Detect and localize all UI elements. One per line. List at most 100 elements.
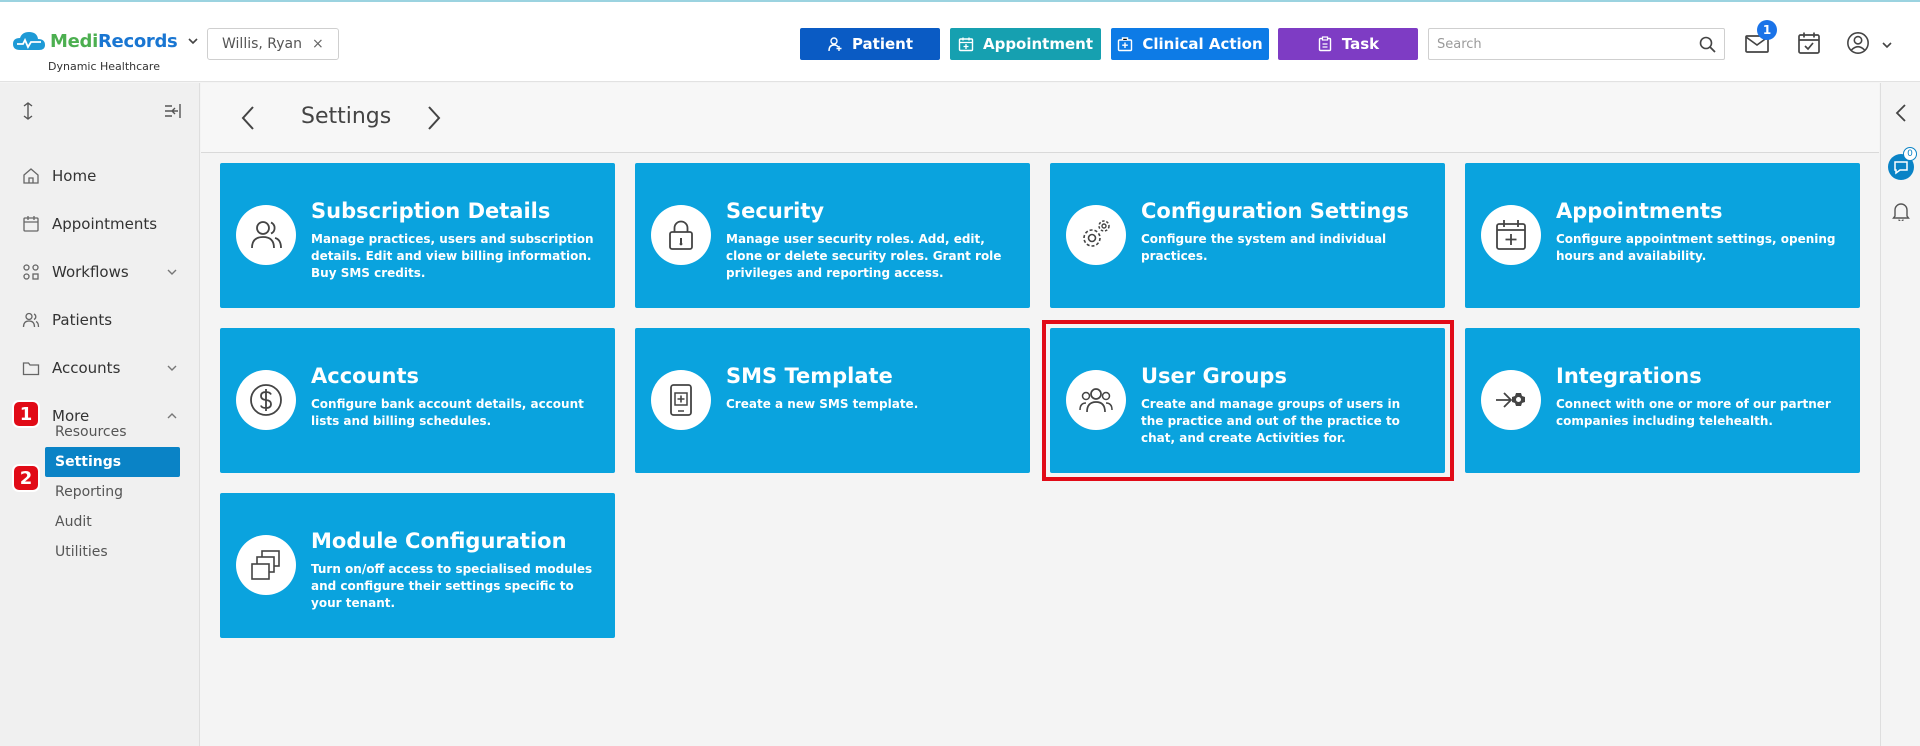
tile-description: Connect with one or more of our partner … bbox=[1556, 397, 1831, 428]
search-box[interactable] bbox=[1428, 28, 1725, 60]
tile-icon-circle bbox=[1481, 370, 1541, 430]
chevron-down-icon bbox=[167, 365, 177, 371]
sidebar-tools bbox=[18, 101, 183, 121]
tile-description: Turn on/off access to specialised module… bbox=[311, 562, 593, 610]
sidebar-item-home[interactable]: Home bbox=[0, 158, 200, 194]
chevron-left-icon[interactable] bbox=[1893, 103, 1909, 123]
search-input[interactable] bbox=[1429, 29, 1679, 59]
tile-icon-circle bbox=[236, 205, 296, 265]
tile-subscription-details[interactable]: Subscription Details Manage practices, u… bbox=[220, 163, 615, 308]
page-header: Settings bbox=[201, 83, 1879, 153]
tile-icon-circle bbox=[651, 205, 711, 265]
brand-logo[interactable]: MediRecords bbox=[12, 30, 199, 52]
phone-plus-icon bbox=[670, 384, 692, 416]
patient-name: Willis, Ryan bbox=[222, 36, 302, 52]
tile-security[interactable]: Security Manage user security roles. Add… bbox=[635, 163, 1030, 308]
sidebar-item-patients[interactable]: Patients bbox=[0, 302, 200, 338]
tile-description: Manage user security roles. Add, edit, c… bbox=[726, 232, 1002, 280]
collapse-sidebar-icon[interactable] bbox=[163, 101, 183, 121]
calendar-plus-icon bbox=[1496, 220, 1526, 250]
sidebar-subitem-utilities[interactable]: Utilities bbox=[45, 537, 180, 567]
brand-name: MediRecords bbox=[50, 30, 178, 52]
task-button[interactable]: Task bbox=[1278, 28, 1418, 60]
clinical-action-button[interactable]: Clinical Action bbox=[1111, 28, 1269, 60]
sidebar-item-label: Workflows bbox=[52, 263, 129, 281]
modules-icon bbox=[251, 550, 280, 580]
sidebar-subitem-audit[interactable]: Audit bbox=[45, 507, 180, 537]
tile-icon-circle bbox=[1066, 205, 1126, 265]
tile-title: Appointments bbox=[1556, 199, 1723, 223]
patient-button-label: Patient bbox=[851, 35, 914, 53]
users-icon bbox=[251, 221, 282, 249]
tile-description: Configure bank account details, account … bbox=[311, 397, 584, 428]
brand-subtitle: Dynamic Healthcare bbox=[48, 60, 160, 73]
lock-icon bbox=[669, 220, 693, 250]
dollar-icon bbox=[250, 384, 282, 416]
chevron-down-icon[interactable] bbox=[1881, 39, 1893, 51]
step-badge: 1 bbox=[12, 400, 40, 428]
tile-sms-template[interactable]: SMS Template Create a new SMS template. bbox=[635, 328, 1030, 473]
chevron-down-icon[interactable] bbox=[187, 35, 199, 47]
sidebar-item-label: Accounts bbox=[52, 359, 121, 377]
sidebar-item-label: Appointments bbox=[52, 215, 158, 233]
top-bar: MediRecords Dynamic Healthcare Willis, R… bbox=[0, 0, 1920, 82]
folder-icon bbox=[22, 362, 40, 376]
highlight-box bbox=[1042, 320, 1454, 481]
tile-icon-circle bbox=[651, 370, 711, 430]
tile-configuration-settings[interactable]: Configuration Settings Configure the sys… bbox=[1050, 163, 1445, 308]
tile-title: Integrations bbox=[1556, 364, 1702, 388]
tile-icon-circle bbox=[236, 535, 296, 595]
chat-count-badge: 0 bbox=[1903, 147, 1917, 161]
tile-title: Configuration Settings bbox=[1141, 199, 1409, 223]
sidebar-subitem-reporting[interactable]: Reporting bbox=[45, 477, 180, 507]
tile-icon-circle bbox=[236, 370, 296, 430]
calendar-check-icon[interactable] bbox=[1796, 31, 1822, 55]
integration-icon bbox=[1496, 392, 1525, 408]
tile-description: Create a new SMS template. bbox=[726, 397, 919, 411]
bell-icon[interactable] bbox=[1892, 201, 1910, 221]
tile-description: Manage practices, users and subscription… bbox=[311, 232, 594, 280]
workflow-icon bbox=[23, 264, 39, 280]
patients-icon bbox=[22, 312, 40, 328]
main-content: Settings Subscription Details Manage pra… bbox=[201, 83, 1879, 746]
gears-icon bbox=[1083, 220, 1110, 247]
tile-appointments[interactable]: Appointments Configure appointment setti… bbox=[1465, 163, 1860, 308]
expand-vertical-icon[interactable] bbox=[18, 101, 38, 121]
sidebar-item-label: Home bbox=[52, 167, 97, 185]
sidebar-item-workflows[interactable]: Workflows bbox=[0, 254, 200, 290]
sidebar-subitem-settings[interactable]: Settings bbox=[45, 447, 180, 477]
tile-accounts[interactable]: Accounts Configure bank account details,… bbox=[220, 328, 615, 473]
tile-description: Configure appointment settings, opening … bbox=[1556, 232, 1836, 263]
tile-title: Subscription Details bbox=[311, 199, 551, 223]
calendar-plus-icon bbox=[958, 37, 974, 52]
tile-module-configuration[interactable]: Module Configuration Turn on/off access … bbox=[220, 493, 615, 638]
mail-count-badge: 1 bbox=[1757, 20, 1777, 40]
sidebar-subitem-resources[interactable]: Resources bbox=[45, 417, 180, 447]
person-plus-icon bbox=[828, 37, 842, 52]
tile-title: SMS Template bbox=[726, 364, 893, 388]
chevron-left-icon[interactable] bbox=[237, 104, 261, 132]
home-icon bbox=[23, 168, 39, 184]
right-rail: 0 bbox=[1880, 83, 1920, 746]
close-icon[interactable]: × bbox=[312, 36, 324, 52]
sidebar-item-appointments[interactable]: Appointments bbox=[0, 206, 200, 242]
sidebar-item-label: Patients bbox=[52, 311, 113, 329]
clipboard-icon bbox=[1318, 36, 1332, 52]
page-title: Settings bbox=[301, 104, 392, 129]
medical-kit-icon bbox=[1118, 37, 1133, 52]
tile-title: Security bbox=[726, 199, 825, 223]
chevron-right-icon[interactable] bbox=[421, 104, 445, 132]
patient-chip[interactable]: Willis, Ryan × bbox=[207, 28, 339, 60]
tile-description: Configure the system and individual prac… bbox=[1141, 232, 1387, 263]
sidebar: Home Appointments Workflows Patients Acc… bbox=[0, 83, 200, 746]
step-badge: 2 bbox=[12, 464, 40, 492]
cloud-logo-icon bbox=[13, 32, 45, 50]
search-icon[interactable] bbox=[1699, 36, 1716, 53]
sidebar-item-accounts[interactable]: Accounts bbox=[0, 350, 200, 386]
tile-integrations[interactable]: Integrations Connect with one or more of… bbox=[1465, 328, 1860, 473]
patient-button[interactable]: Patient bbox=[800, 28, 940, 60]
calendar-icon bbox=[23, 216, 39, 232]
appointment-button[interactable]: Appointment bbox=[950, 28, 1101, 60]
user-avatar-icon[interactable] bbox=[1845, 31, 1871, 55]
tile-icon-circle bbox=[1481, 205, 1541, 265]
